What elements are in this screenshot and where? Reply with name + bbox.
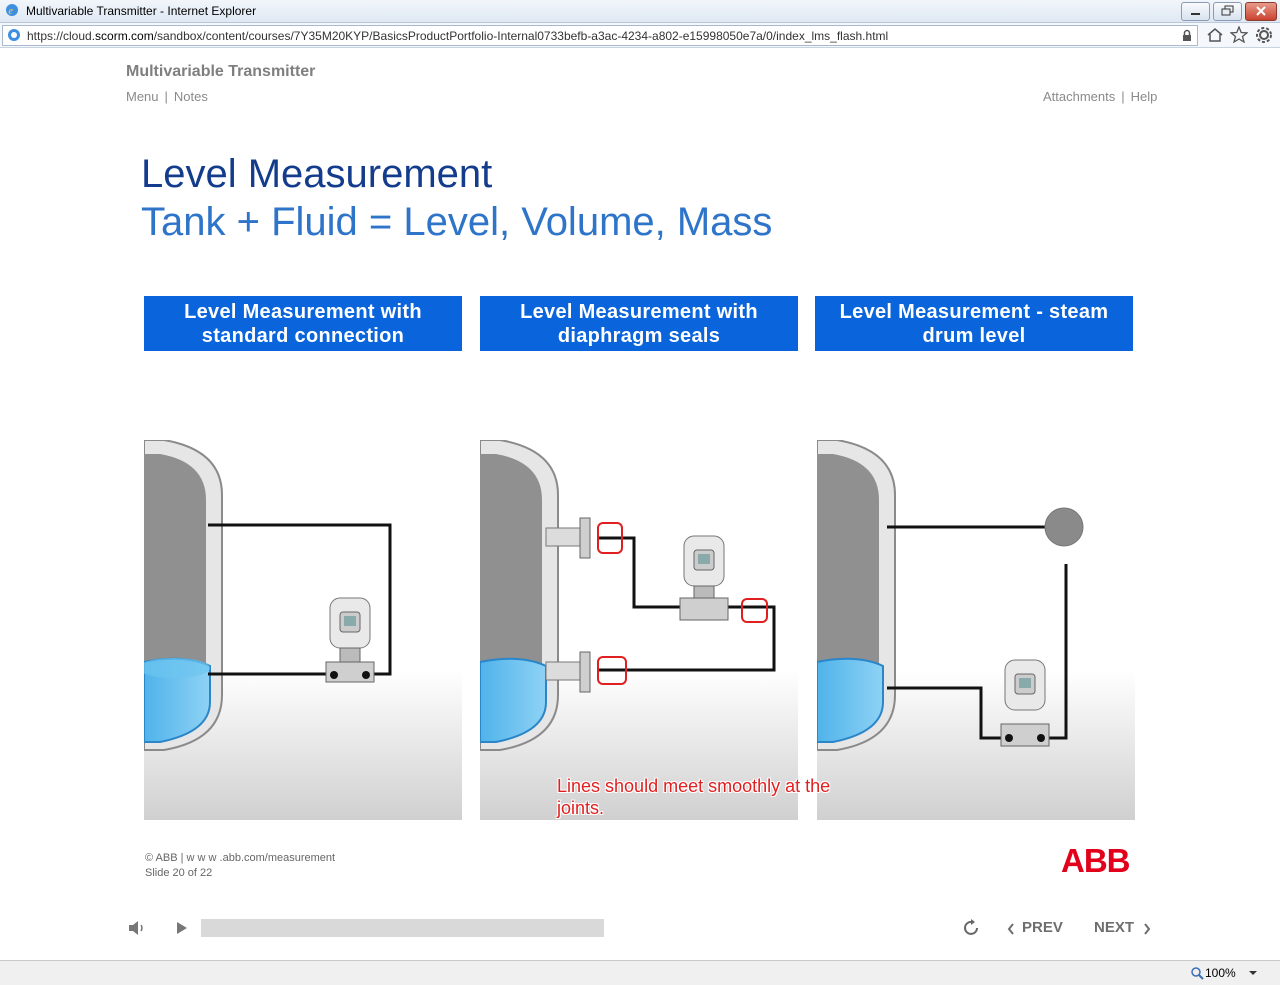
close-window-button[interactable] xyxy=(1245,2,1277,21)
favorites-star-icon[interactable] xyxy=(1230,26,1248,43)
replay-icon[interactable] xyxy=(962,918,982,938)
diagram-standard-connection xyxy=(144,440,462,820)
slide-heading: Level Measurement xyxy=(141,152,493,196)
play-icon[interactable] xyxy=(174,919,190,937)
slide-counter: Slide 20 of 22 xyxy=(145,867,213,879)
next-button[interactable]: NEXT xyxy=(1094,919,1134,936)
restore-button[interactable] xyxy=(1213,2,1242,21)
help-link[interactable]: Help xyxy=(1131,89,1158,104)
restore-icon xyxy=(1221,5,1234,16)
attachments-link[interactable]: Attachments xyxy=(1043,89,1115,104)
transmitter-icon xyxy=(679,535,729,621)
url-field[interactable]: https://cloud.scorm.com/sandbox/content/… xyxy=(2,25,1198,46)
panel-header-diaphragm-seals[interactable]: Level Measurement with diaphragm seals xyxy=(480,296,798,351)
address-bar: https://cloud.scorm.com/sandbox/content/… xyxy=(0,23,1280,48)
window-title: Multivariable Transmitter - Internet Exp… xyxy=(26,4,257,18)
page-icon xyxy=(8,29,20,41)
chevron-down-icon[interactable] xyxy=(1248,970,1258,976)
settings-gear-icon[interactable] xyxy=(1255,26,1273,44)
course-title: Multivariable Transmitter xyxy=(126,63,316,80)
zoom-level[interactable]: 100% xyxy=(1205,966,1236,980)
review-annotation: Lines should meet smoothly at the joints… xyxy=(557,776,831,818)
top-nav-right: Attachments | Help xyxy=(1043,89,1158,104)
home-icon[interactable] xyxy=(1206,27,1224,43)
volume-icon[interactable] xyxy=(127,919,147,937)
progress-bar[interactable] xyxy=(201,919,604,937)
chevron-right-icon xyxy=(1144,923,1151,935)
zoom-icon xyxy=(1191,967,1204,980)
lock-icon xyxy=(1183,29,1191,41)
menu-link[interactable]: Menu xyxy=(126,89,159,104)
diagram-diaphragm-seals xyxy=(480,440,798,820)
browser-status-bar: 100% xyxy=(0,960,1280,985)
chevron-left-icon xyxy=(1007,923,1014,935)
browser-title-bar: e Multivariable Transmitter - Internet E… xyxy=(0,0,1280,23)
close-icon xyxy=(1256,6,1266,16)
url-text: https://cloud.scorm.com/sandbox/content/… xyxy=(27,29,889,43)
notes-link[interactable]: Notes xyxy=(174,89,208,104)
transmitter-icon xyxy=(325,597,375,683)
abb-logo: ABB xyxy=(1061,842,1130,879)
minimize-button[interactable] xyxy=(1181,2,1210,21)
svg-text:e: e xyxy=(9,6,14,17)
panel-header-standard-connection[interactable]: Level Measurement with standard connecti… xyxy=(144,296,462,351)
minimize-icon xyxy=(1191,13,1200,15)
panel-header-steam-drum[interactable]: Level Measurement - steam drum level xyxy=(815,296,1133,351)
copyright-text: © ABB | w w w .abb.com/measurement xyxy=(145,852,336,864)
internet-explorer-icon: e xyxy=(6,4,18,17)
transmitter-icon xyxy=(1000,659,1050,747)
prev-button[interactable]: PREV xyxy=(1022,919,1063,936)
slide-subheading: Tank + Fluid = Level, Volume, Mass xyxy=(141,200,773,244)
diagram-steam-drum xyxy=(817,440,1135,820)
top-nav-left: Menu | Notes xyxy=(126,89,208,104)
